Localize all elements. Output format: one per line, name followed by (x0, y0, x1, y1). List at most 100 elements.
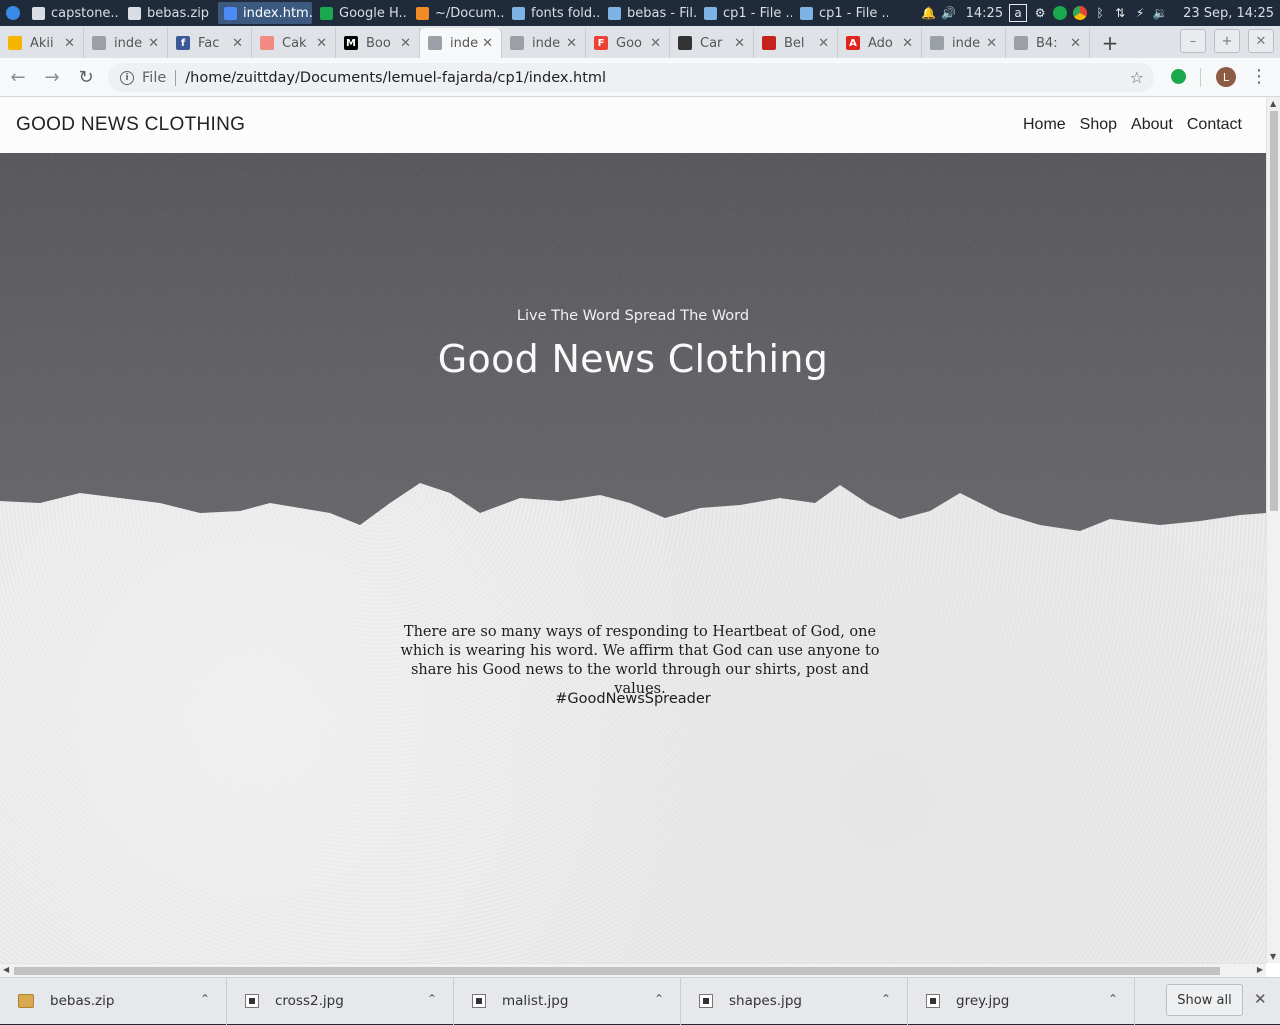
taskbar-task[interactable]: index.htm... (218, 2, 312, 24)
browser-tab[interactable]: Cak ✕ (252, 28, 336, 58)
chrome-tray-icon[interactable] (1073, 6, 1088, 20)
tab-close-icon[interactable]: ✕ (400, 36, 411, 51)
taskbar-task[interactable]: cp1 - File ... (698, 2, 792, 24)
tab-close-icon[interactable]: ✕ (482, 36, 493, 51)
tab-favicon-icon (510, 36, 524, 50)
task-label: fonts fold... (531, 5, 600, 21)
taskbar-task[interactable]: Google H... (314, 2, 408, 24)
tray-date: 23 Sep, 14:25 (1183, 5, 1274, 21)
browser-menu-icon[interactable]: ⋮ (1250, 66, 1268, 87)
profile-avatar[interactable]: L (1216, 67, 1236, 87)
nav-link-shop[interactable]: Shop (1080, 116, 1117, 134)
tab-close-icon[interactable]: ✕ (148, 36, 159, 51)
taskbar-task[interactable]: fonts fold... (506, 2, 600, 24)
download-options-chevron-icon[interactable]: ⌃ (881, 992, 891, 1006)
browser-tab[interactable]: B4: ✕ (1006, 28, 1090, 58)
taskbar-task[interactable]: bebas - Fil... (602, 2, 696, 24)
tab-close-icon[interactable]: ✕ (734, 36, 745, 51)
tab-close-icon[interactable]: ✕ (64, 36, 75, 51)
volume-icon[interactable]: 🔊 (941, 6, 956, 20)
power-icon[interactable]: ⚡ (1133, 6, 1147, 20)
tab-close-icon[interactable]: ✕ (818, 36, 829, 51)
browser-tab[interactable]: inde ✕ (420, 28, 502, 58)
hero-tagline: Live The Word Spread The Word (516, 308, 750, 324)
bookmark-star-icon[interactable]: ☆ (1130, 68, 1144, 87)
extension-icon[interactable] (1171, 69, 1186, 84)
scroll-left-arrow-icon[interactable]: ◀ (3, 965, 9, 974)
close-shelf-icon[interactable]: ✕ (1254, 990, 1267, 1008)
tab-close-icon[interactable]: ✕ (902, 36, 913, 51)
page-viewport: GOOD NEWS CLOTHING Home Shop About Contact (0, 97, 1280, 977)
browser-tab[interactable]: inde ✕ (502, 28, 586, 58)
site-info-icon[interactable]: i (120, 70, 134, 85)
download-shelf: bebas.zip ⌃ cross2.jpg ⌃ malist.jpg ⌃ shapes.j… (0, 977, 1280, 1025)
download-item[interactable]: bebas.zip ⌃ (0, 977, 227, 1025)
tab-close-icon[interactable]: ✕ (1070, 36, 1081, 51)
task-label: index.htm... (243, 5, 312, 21)
tab-list: Akii ✕ inde ✕ f Fac ✕ Cak ✕ M Boo ✕ inde ✕ inde ✕ F Goo ✕ C… (0, 28, 1090, 58)
image-file-icon (245, 994, 259, 1008)
download-options-chevron-icon[interactable]: ⌃ (654, 992, 664, 1006)
task-app-icon (32, 6, 45, 20)
download-options-chevron-icon[interactable]: ⌃ (200, 992, 210, 1006)
show-all-downloads-button[interactable]: Show all (1166, 984, 1243, 1016)
notification-bell-icon[interactable]: 🔔 (921, 6, 936, 20)
new-tab-button[interactable]: + (1090, 28, 1130, 58)
url-text[interactable]: /home/zuittday/Documents/lemuel-fajarda/… (185, 70, 606, 86)
tab-title: Ado (868, 35, 893, 51)
hangouts-tray-icon[interactable] (1053, 6, 1068, 20)
tab-close-icon[interactable]: ✕ (566, 36, 577, 51)
browser-tab[interactable]: M Boo ✕ (336, 28, 420, 58)
download-options-chevron-icon[interactable]: ⌃ (427, 992, 437, 1006)
browser-tab[interactable]: f Fac ✕ (168, 28, 252, 58)
taskbar-task[interactable]: cp1 - File ... (794, 2, 888, 24)
browser-tab[interactable]: Car ✕ (670, 28, 754, 58)
scroll-down-arrow-icon[interactable]: ▼ (1270, 952, 1276, 961)
horizontal-scrollbar[interactable]: ◀ ▶ (0, 963, 1266, 977)
download-item[interactable]: cross2.jpg ⌃ (227, 977, 454, 1025)
taskbar-task[interactable]: bebas.zip (122, 2, 216, 24)
tab-favicon-icon (8, 36, 22, 50)
download-item[interactable]: shapes.jpg ⌃ (681, 977, 908, 1025)
browser-tab[interactable]: A Ado ✕ (838, 28, 922, 58)
forward-button[interactable]: → (36, 61, 68, 93)
browser-tab[interactable]: Akii ✕ (0, 28, 84, 58)
horizontal-scroll-thumb[interactable] (14, 967, 1220, 975)
tab-close-icon[interactable]: ✕ (986, 36, 997, 51)
vertical-scroll-thumb[interactable] (1270, 111, 1278, 511)
taskbar-task[interactable]: capstone... (26, 2, 120, 24)
close-window-button[interactable]: ✕ (1248, 29, 1274, 53)
speaker-icon[interactable]: 🔉 (1153, 6, 1168, 20)
nav-link-about[interactable]: About (1131, 116, 1173, 134)
nav-link-contact[interactable]: Contact (1187, 116, 1242, 134)
back-button[interactable]: ← (2, 61, 34, 93)
bluetooth-icon[interactable]: ᛒ (1093, 6, 1107, 20)
browser-tab[interactable]: inde ✕ (922, 28, 1006, 58)
reload-button[interactable]: ↻ (70, 61, 102, 93)
maximize-button[interactable]: + (1214, 29, 1240, 53)
download-item[interactable]: grey.jpg ⌃ (908, 977, 1135, 1025)
network-icon[interactable]: ⇅ (1113, 6, 1127, 20)
tab-close-icon[interactable]: ✕ (232, 36, 243, 51)
browser-tab[interactable]: Bel ✕ (754, 28, 838, 58)
taskbar-task[interactable]: ~/Docum... (410, 2, 504, 24)
browser-tab[interactable]: F Goo ✕ (586, 28, 670, 58)
browser-tab[interactable]: inde ✕ (84, 28, 168, 58)
address-bar[interactable]: i File /home/zuittday/Documents/lemuel-f… (108, 63, 1154, 92)
url-separator (175, 69, 177, 86)
tab-close-icon[interactable]: ✕ (316, 36, 327, 51)
tab-title: inde (114, 35, 143, 51)
download-item[interactable]: malist.jpg ⌃ (454, 977, 681, 1025)
keyboard-layout-icon[interactable]: a (1009, 4, 1028, 22)
app-menu-button[interactable] (0, 0, 26, 26)
tab-close-icon[interactable]: ✕ (650, 36, 661, 51)
vertical-scrollbar[interactable]: ▲ ▼ (1266, 97, 1280, 963)
settings-gear-icon[interactable]: ⚙ (1033, 6, 1047, 20)
scroll-up-arrow-icon[interactable]: ▲ (1270, 99, 1276, 108)
nav-link-home[interactable]: Home (1023, 116, 1066, 134)
scroll-right-arrow-icon[interactable]: ▶ (1257, 965, 1263, 974)
site-brand[interactable]: GOOD NEWS CLOTHING (16, 114, 245, 136)
download-options-chevron-icon[interactable]: ⌃ (1108, 992, 1118, 1006)
minimize-button[interactable]: – (1180, 29, 1206, 53)
tab-title: Bel (784, 35, 805, 51)
